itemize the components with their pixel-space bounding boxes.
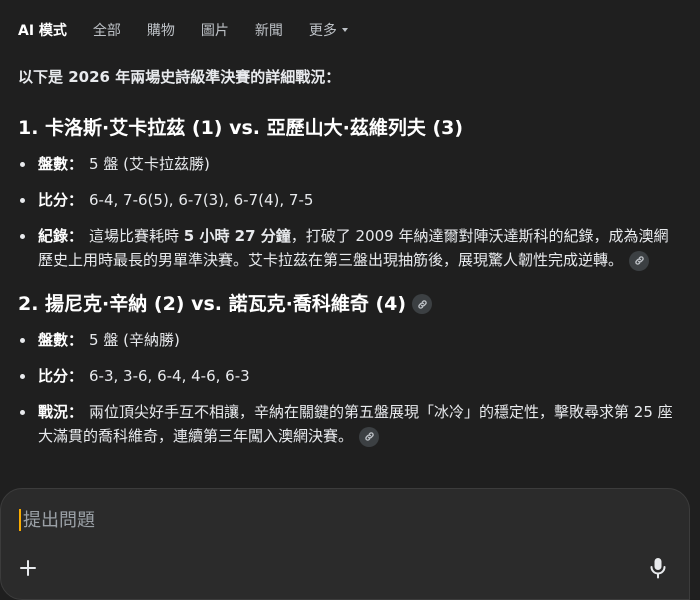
item-text-bold: 5 小時 27 分鐘 bbox=[183, 227, 291, 245]
item-label: 比分： bbox=[38, 191, 84, 209]
item-label: 紀錄： bbox=[38, 227, 84, 245]
tab-label: 購物 bbox=[146, 23, 175, 39]
item-label: 比分： bbox=[38, 367, 84, 385]
match-section: 2. 揚尼克·辛納 (2) vs. 諾瓦克·喬科維奇 (4) 盤數： 5 盤 (辛… bbox=[18, 290, 678, 448]
item-text: 這場比賽耗時 bbox=[89, 227, 184, 245]
tab-images[interactable]: 圖片 bbox=[201, 20, 229, 40]
tab-ai-mode[interactable]: AI 模式 bbox=[18, 20, 67, 40]
tab-label: 圖片 bbox=[200, 23, 229, 39]
link-icon[interactable] bbox=[412, 294, 433, 314]
tab-more[interactable]: 更多 bbox=[309, 20, 348, 40]
list-item: 比分： 6-4, 7-6(5), 6-7(3), 6-7(4), 7-5 bbox=[18, 188, 678, 212]
tab-shopping[interactable]: 購物 bbox=[147, 20, 175, 40]
item-text: 5 盤 (艾卡拉茲勝) bbox=[89, 155, 210, 173]
link-icon[interactable] bbox=[359, 426, 380, 447]
list-item: 盤數： 5 盤 (艾卡拉茲勝) bbox=[18, 152, 678, 176]
tab-news[interactable]: 新聞 bbox=[255, 20, 283, 40]
match-title-text: 2. 揚尼克·辛納 (2) vs. 諾瓦克·喬科維奇 (4) bbox=[18, 293, 407, 315]
list-item: 盤數： 5 盤 (辛納勝) bbox=[18, 328, 678, 352]
add-button[interactable] bbox=[15, 555, 41, 581]
answer-intro: 以下是 2026 年兩場史詩級準決賽的詳細戰況： bbox=[18, 68, 341, 86]
search-mode-tabs: AI 模式 全部 購物 圖片 新聞 更多 bbox=[0, 0, 700, 60]
list-item: 戰況： 兩位頂尖好手互不相讓，辛納在關鍵的第五盤展現「冰冷」的穩定性，擊敗尋求第 … bbox=[18, 400, 678, 448]
match-title: 1. 卡洛斯·艾卡拉茲 (1) vs. 亞歷山大·茲維列夫 (3) bbox=[18, 114, 678, 142]
microphone-icon bbox=[650, 558, 666, 579]
ai-answer: 以下是 2026 年兩場史詩級準決賽的詳細戰況： 1. 卡洛斯·艾卡拉茲 (1)… bbox=[18, 66, 678, 460]
item-text: 5 盤 (辛納勝) bbox=[89, 331, 180, 349]
match-title: 2. 揚尼克·辛納 (2) vs. 諾瓦克·喬科維奇 (4) bbox=[18, 290, 678, 318]
link-icon[interactable] bbox=[629, 250, 650, 271]
item-text: 兩位頂尖好手互不相讓，辛納在關鍵的第五盤展現「冰冷」的穩定性，擊敗尋求第 25 … bbox=[38, 403, 673, 445]
tab-label: 更多 bbox=[308, 23, 337, 39]
tab-label: 新聞 bbox=[254, 23, 283, 39]
tab-label: 全部 bbox=[92, 23, 121, 39]
plus-icon bbox=[20, 560, 36, 576]
match-details: 盤數： 5 盤 (艾卡拉茲勝) 比分： 6-4, 7-6(5), 6-7(3), 6… bbox=[18, 152, 678, 272]
item-text: 6-4, 7-6(5), 6-7(3), 6-7(4), 7-5 bbox=[89, 191, 314, 209]
match-title-text: 1. 卡洛斯·艾卡拉茲 (1) vs. 亞歷山大·茲維列夫 (3) bbox=[18, 117, 464, 139]
ask-composer bbox=[0, 488, 690, 600]
tab-all[interactable]: 全部 bbox=[93, 20, 121, 40]
item-label: 盤數： bbox=[38, 331, 84, 349]
list-item: 比分： 6-3, 3-6, 6-4, 4-6, 6-3 bbox=[18, 364, 678, 388]
match-section: 1. 卡洛斯·艾卡拉茲 (1) vs. 亞歷山大·茲維列夫 (3) 盤數： 5 盤… bbox=[18, 114, 678, 272]
item-label: 盤數： bbox=[38, 155, 84, 173]
list-item: 紀錄： 這場比賽耗時 5 小時 27 分鐘，打破了 2009 年納達爾對陣沃達斯科… bbox=[18, 224, 678, 272]
match-details: 盤數： 5 盤 (辛納勝) 比分： 6-3, 3-6, 6-4, 4-6, 6-3 … bbox=[18, 328, 678, 448]
tab-label: AI 模式 bbox=[18, 23, 67, 39]
item-text: 6-3, 3-6, 6-4, 4-6, 6-3 bbox=[89, 367, 250, 385]
chevron-down-icon bbox=[341, 28, 348, 32]
ask-input[interactable] bbox=[19, 505, 623, 535]
item-label: 戰況： bbox=[38, 403, 84, 421]
voice-input-button[interactable] bbox=[645, 555, 671, 581]
